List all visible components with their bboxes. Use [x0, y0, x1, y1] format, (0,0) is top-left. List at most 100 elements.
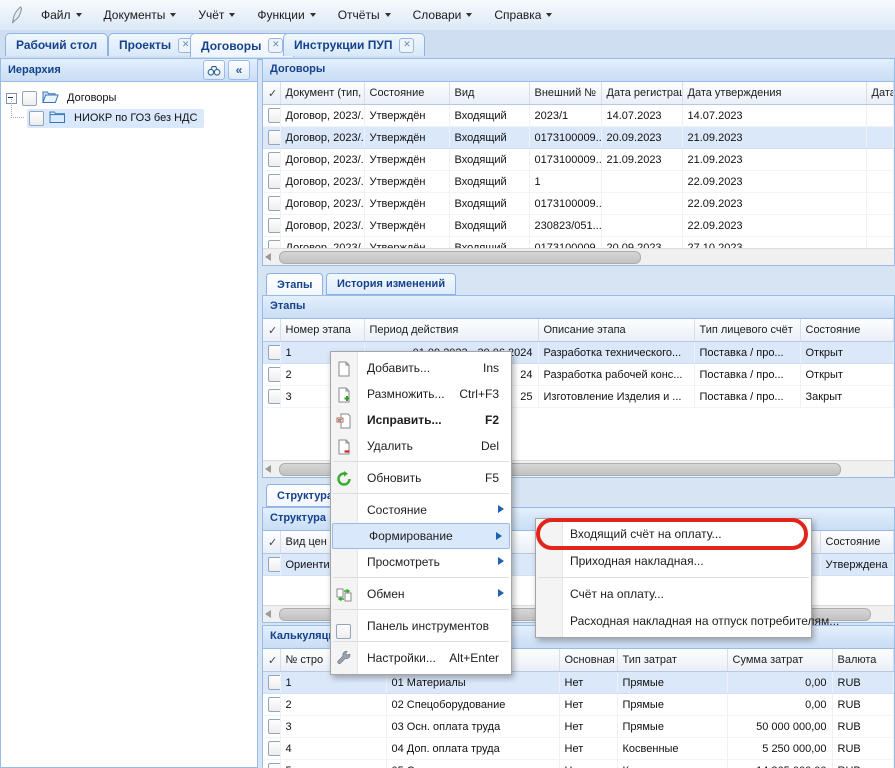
menu-item-refresh[interactable]: Обновить F5	[331, 465, 511, 491]
check-column-header[interactable]: ✓	[263, 649, 280, 672]
tree-node-niokr[interactable]: НИОКР по ГОЗ без НДС	[27, 108, 204, 128]
col-stage-number[interactable]: Номер этапа	[280, 319, 364, 342]
col-currency[interactable]: Валюта	[832, 649, 894, 672]
col-external[interactable]: Внешний №	[529, 82, 601, 105]
copy-document-icon	[336, 386, 352, 402]
row-checkbox[interactable]	[268, 108, 280, 123]
binoculars-icon[interactable]	[203, 60, 225, 80]
tab-change-history[interactable]: История изменений	[326, 273, 456, 295]
menu-file[interactable]: Файл	[30, 1, 93, 30]
row-checkbox[interactable]	[268, 389, 280, 404]
menu-item-formation[interactable]: Формирование	[332, 523, 510, 549]
table-row[interactable]: 303 Осн. оплата трудаНетПрямые50 000 000…	[263, 716, 894, 738]
tab-structure-label: Структура	[277, 490, 333, 502]
scroll-left-icon[interactable]	[265, 610, 271, 618]
col-reg-date[interactable]: Дата регистрации.	[601, 82, 682, 105]
application-window: Файл Документы Учёт Функции Отчёты Слова…	[0, 0, 895, 768]
col-account-type[interactable]: Тип лицевого счёт	[694, 319, 800, 342]
exchange-icon	[336, 586, 352, 602]
row-checkbox[interactable]	[268, 719, 280, 734]
table-row[interactable]: Договор, 2023/...УтверждёнВходящий122.09…	[263, 171, 894, 193]
chevron-down-icon	[229, 13, 235, 17]
row-checkbox[interactable]	[268, 174, 280, 189]
col-document[interactable]: Документ (тип, №	[280, 82, 364, 105]
row-checkbox[interactable]	[268, 130, 280, 145]
col-main[interactable]: Основная	[559, 649, 617, 672]
menu-item-add[interactable]: Добавить... Ins	[331, 355, 511, 381]
col-period[interactable]: Период действия	[364, 319, 538, 342]
row-checkbox[interactable]	[268, 367, 280, 382]
menu-separator	[333, 641, 509, 642]
tree-checkbox[interactable]	[22, 91, 37, 106]
menu-help[interactable]: Справка	[483, 1, 563, 30]
menu-item-view[interactable]: Просмотреть	[331, 549, 511, 575]
tab-instructions[interactable]: Инструкции ПУП✕	[283, 33, 425, 56]
menu-item-duplicate[interactable]: Размножить... Ctrl+F3	[331, 381, 511, 407]
quill-icon	[4, 4, 30, 26]
row-checkbox[interactable]	[268, 345, 280, 360]
table-row[interactable]: Договор, 2023/...УтверждёнВходящий230823…	[263, 215, 894, 237]
col-cost-type[interactable]: Тип затрат	[617, 649, 727, 672]
menu-help-label: Справка	[494, 1, 541, 30]
tab-desktop[interactable]: Рабочий стол	[5, 33, 108, 56]
col-state[interactable]: Состояние	[820, 531, 894, 554]
menu-item-delete[interactable]: Удалить Del	[331, 433, 511, 459]
hierarchy-panel-header: Иерархия	[1, 59, 257, 82]
tab-change-history-label: История изменений	[337, 278, 445, 290]
tab-stages[interactable]: Этапы	[266, 273, 323, 296]
contracts-header-row: ✓ Документ (тип, № Состояние Вид Внешний…	[263, 82, 894, 105]
check-column-header[interactable]: ✓	[263, 82, 280, 105]
menu-item-state[interactable]: Состояние	[331, 497, 511, 523]
col-date[interactable]: Дата	[866, 82, 894, 105]
col-state[interactable]: Состояние	[364, 82, 449, 105]
col-state[interactable]: Состояние	[800, 319, 894, 342]
menu-functions[interactable]: Функции	[246, 1, 326, 30]
menu-item-exchange[interactable]: Обмен	[331, 581, 511, 607]
row-checkbox[interactable]	[268, 763, 280, 768]
submenu-item-receipt-note[interactable]: Приходная накладная...	[536, 548, 811, 575]
menu-reports[interactable]: Отчёты	[327, 1, 402, 30]
table-row[interactable]: 505 Соц. отчисленияНетКосвенные14 365 00…	[263, 760, 894, 768]
table-row[interactable]: Договор, 2023/...УтверждёнВходящий2023/1…	[263, 105, 894, 127]
tree-checkbox[interactable]	[29, 111, 44, 126]
col-description[interactable]: Описание этапа	[538, 319, 694, 342]
submenu-item-expense-note[interactable]: Расходная накладная на отпуск потребител…	[536, 608, 811, 635]
row-checkbox-cell	[263, 738, 280, 760]
table-row[interactable]: 202 СпецоборудованиеНетПрямые0,00RUB	[263, 694, 894, 716]
table-row[interactable]: 404 Доп. оплата трудаНетКосвенные5 250 0…	[263, 738, 894, 760]
row-checkbox[interactable]	[268, 196, 280, 211]
menu-accounting[interactable]: Учёт	[187, 1, 246, 30]
col-cost-sum[interactable]: Сумма затрат	[727, 649, 832, 672]
table-row-selected[interactable]: Договор, 2023/...УтверждёнВходящий017310…	[263, 127, 894, 149]
close-icon[interactable]: ✕	[399, 38, 414, 53]
scroll-left-icon[interactable]	[265, 253, 271, 261]
table-row[interactable]: Договор, 2023/...УтверждёнВходящий017310…	[263, 193, 894, 215]
submenu-item-payment-invoice[interactable]: Счёт на оплату...	[536, 581, 811, 608]
row-checkbox[interactable]	[268, 218, 280, 233]
col-approve-date[interactable]: Дата утверждения	[682, 82, 866, 105]
table-row[interactable]: Договор, 2023/...УтверждёнВходящий017310…	[263, 149, 894, 171]
col-kind[interactable]: Вид	[449, 82, 529, 105]
row-checkbox[interactable]	[268, 557, 280, 572]
menu-item-toolbar[interactable]: Панель инструментов	[331, 613, 511, 639]
horizontal-scrollbar[interactable]	[263, 248, 894, 265]
menu-dictionaries[interactable]: Словари	[402, 1, 484, 30]
row-checkbox[interactable]	[268, 741, 280, 756]
row-checkbox[interactable]	[268, 152, 280, 167]
row-checkbox-cell	[263, 215, 280, 237]
close-icon[interactable]: ✕	[268, 38, 283, 53]
scrollbar-thumb[interactable]	[279, 251, 641, 264]
menu-item-edit[interactable]: Исправить... F2	[331, 407, 511, 433]
check-column-header[interactable]: ✓	[263, 531, 280, 554]
row-checkbox-cell	[263, 171, 280, 193]
check-column-header[interactable]: ✓	[263, 319, 280, 342]
collapse-left-icon[interactable]	[228, 60, 250, 80]
menu-item-settings[interactable]: Настройки... Alt+Enter	[331, 645, 511, 671]
tab-contracts[interactable]: Договоры✕	[190, 33, 294, 57]
menu-documents[interactable]: Документы	[93, 1, 188, 30]
scroll-left-icon[interactable]	[265, 465, 271, 473]
row-checkbox[interactable]	[268, 697, 280, 712]
row-checkbox-cell	[263, 364, 280, 386]
row-checkbox[interactable]	[268, 675, 280, 690]
delete-document-icon	[336, 438, 352, 454]
